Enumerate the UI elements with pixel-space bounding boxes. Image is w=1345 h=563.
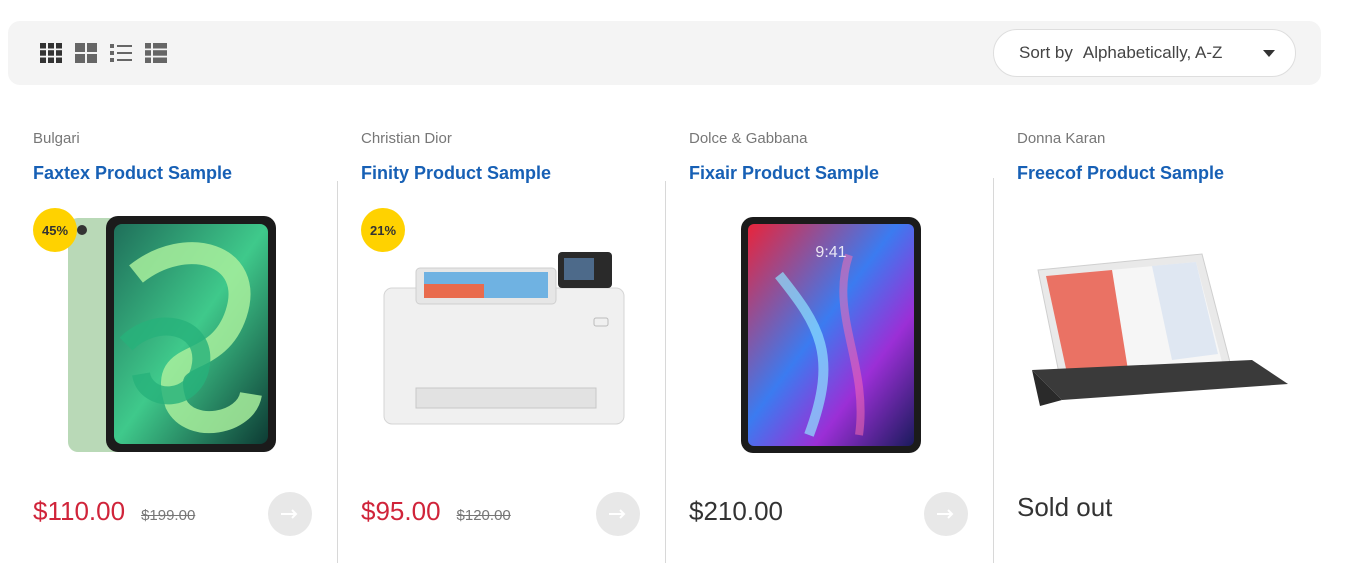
product-brand[interactable]: Dolce & Gabbana — [689, 130, 807, 147]
compare-price: $120.00 — [456, 507, 511, 524]
arrow-right-icon — [281, 509, 298, 519]
product-card: Bulgari Faxtex Product Sample 45% $110.0… — [8, 86, 336, 563]
list-icon[interactable] — [110, 43, 132, 63]
grid-2-icon[interactable] — [75, 43, 97, 63]
price-row: $110.00 $199.00 — [33, 496, 195, 527]
product-brand[interactable]: Donna Karan — [1017, 130, 1105, 147]
product-title[interactable]: Freecof Product Sample — [1017, 163, 1224, 184]
price-row: $210.00 — [689, 496, 783, 527]
product-title[interactable]: Finity Product Sample — [361, 163, 551, 184]
grid-4-icon[interactable] — [40, 43, 62, 63]
sort-value: Alphabetically, A-Z — [1082, 43, 1223, 62]
arrow-right-icon — [937, 509, 954, 519]
product-grid: Bulgari Faxtex Product Sample 45% $110.0… — [8, 86, 1321, 563]
product-title[interactable]: Fixair Product Sample — [689, 163, 879, 184]
tablet-pro-icon[interactable]: 9:41 — [739, 215, 923, 455]
product-card: Dolce & Gabbana Fixair Product Sample 9:… — [664, 86, 992, 563]
lockscreen-clock: 9:41 — [815, 244, 846, 261]
product-link-button[interactable] — [924, 492, 968, 536]
product-link-button[interactable] — [268, 492, 312, 536]
discount-badge: 21% — [361, 208, 405, 252]
chevron-down-icon — [1263, 50, 1275, 57]
price-row: $95.00 $120.00 — [361, 496, 511, 527]
discount-badge: 45% — [33, 208, 77, 252]
arrow-right-icon — [609, 509, 626, 519]
sort-select[interactable]: Sort by Alphabetically, A-Z — [993, 29, 1296, 77]
price: $210.00 — [689, 496, 783, 526]
product-link-button[interactable] — [596, 492, 640, 536]
view-toggles — [40, 43, 167, 63]
printer-icon[interactable] — [380, 248, 630, 428]
sale-price: $95.00 — [361, 496, 441, 526]
compare-price: $199.00 — [141, 507, 196, 524]
product-title[interactable]: Faxtex Product Sample — [33, 163, 232, 184]
product-card: Christian Dior Finity Product Sample 21%… — [336, 86, 664, 563]
product-brand[interactable]: Bulgari — [33, 130, 80, 147]
tablet-keyboard-icon[interactable] — [1032, 250, 1288, 408]
product-card: Donna Karan Freecof Product Sample Sold … — [992, 86, 1320, 563]
tablet-green-icon[interactable] — [66, 214, 278, 454]
collection-toolbar: Sort by Alphabetically, A-Z — [8, 21, 1321, 85]
sale-price: $110.00 — [33, 496, 126, 526]
sold-out-label: Sold out — [1017, 492, 1113, 522]
list-wide-icon[interactable] — [145, 43, 167, 63]
sort-label: Sort by — [1019, 43, 1073, 62]
product-brand[interactable]: Christian Dior — [361, 130, 452, 147]
